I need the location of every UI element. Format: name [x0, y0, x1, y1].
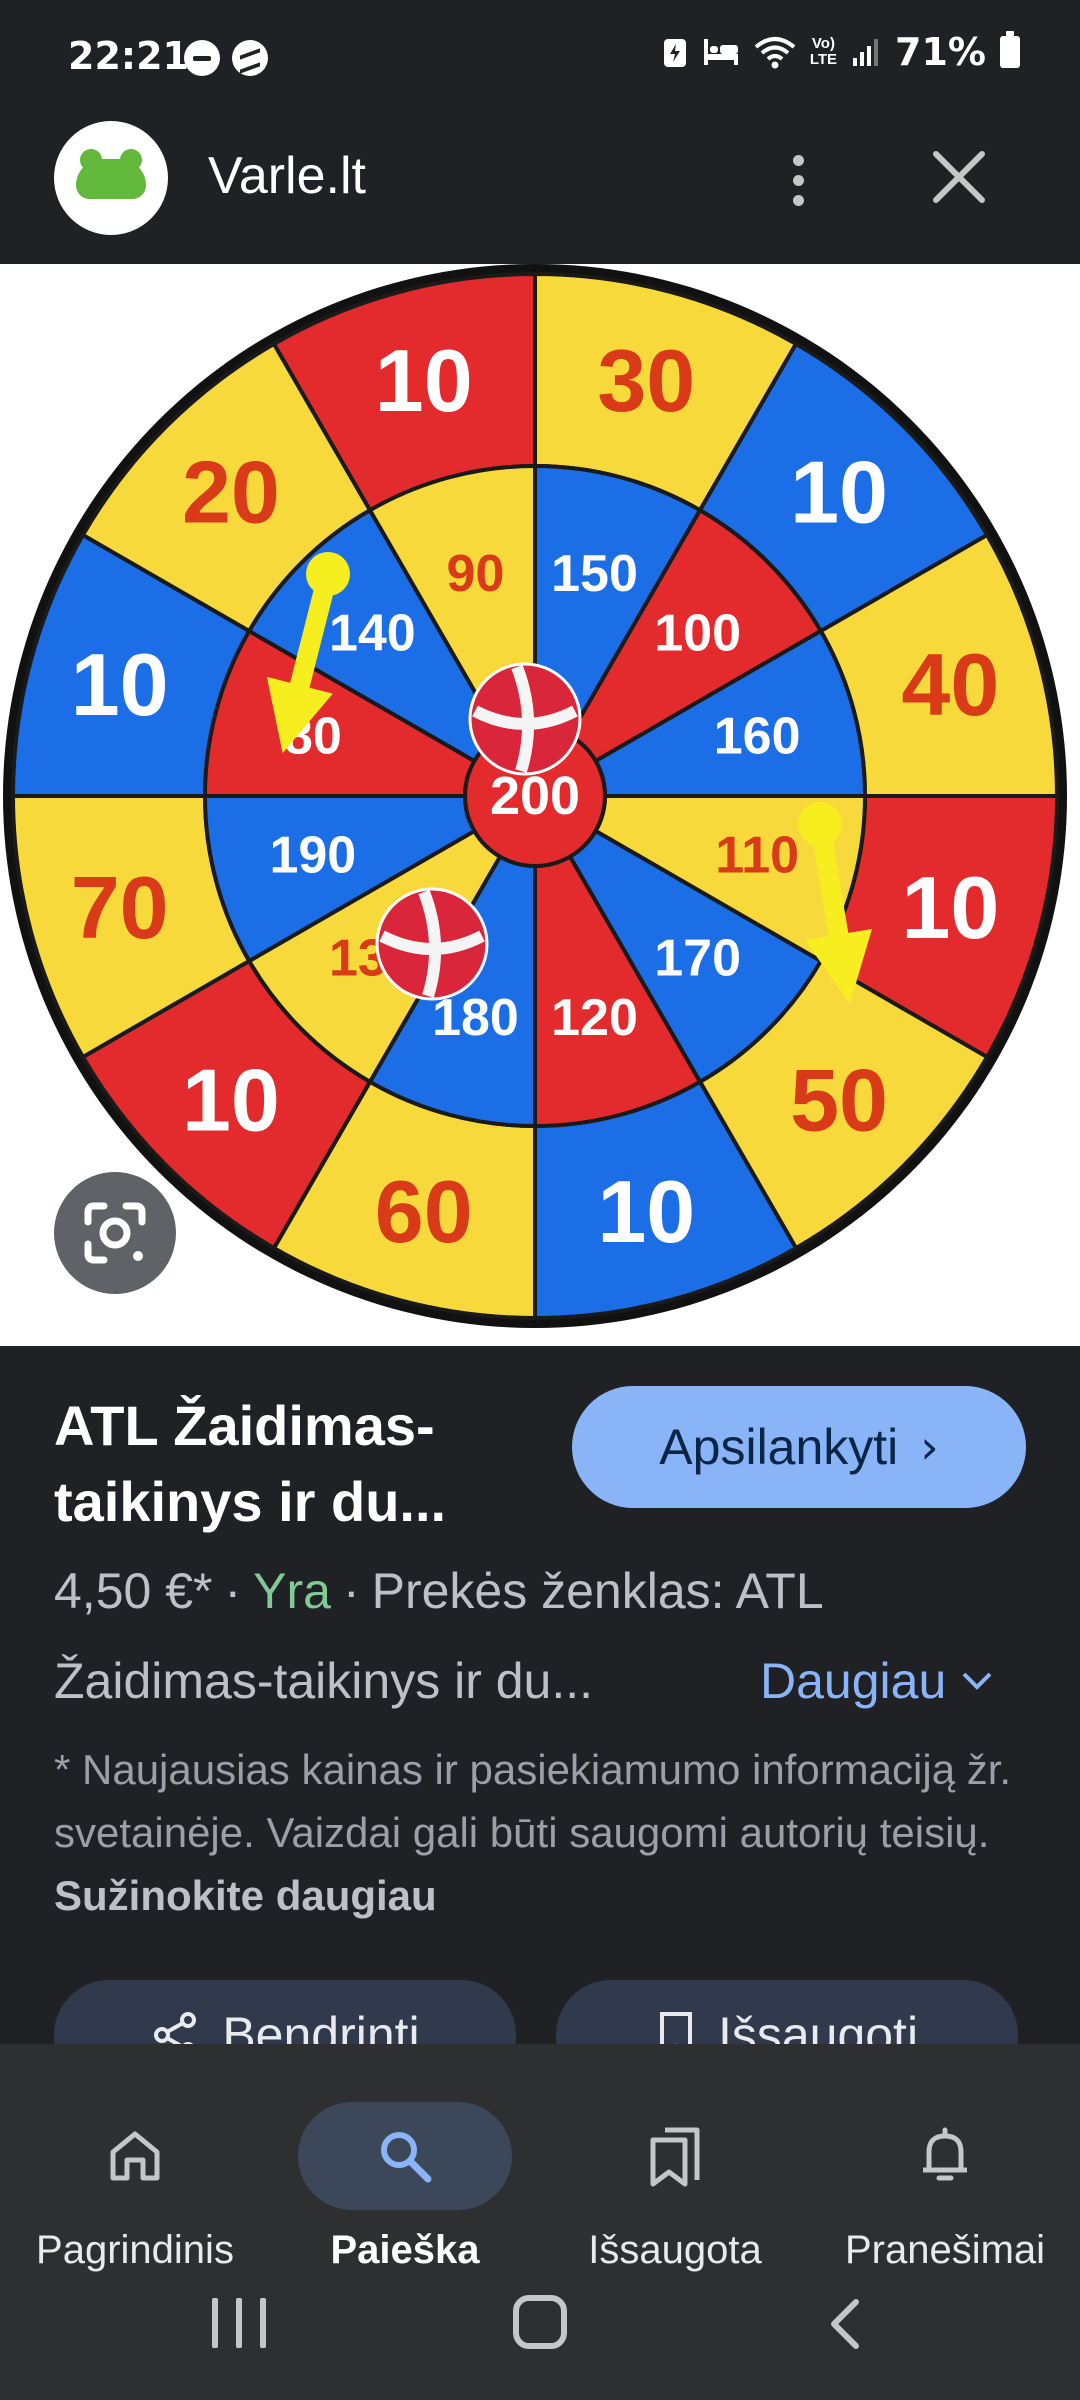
nav-home-pill	[28, 2102, 242, 2210]
inner-score-label: 150	[551, 545, 638, 603]
battery-percent: 71%	[895, 30, 986, 74]
wifi-icon	[754, 37, 796, 69]
chevron-right-icon: ›	[920, 1420, 939, 1474]
inner-score-label: 120	[551, 989, 638, 1047]
outer-score-label: 70	[71, 858, 169, 957]
outer-score-label: 50	[790, 1051, 888, 1150]
search-icon	[381, 2132, 432, 2183]
outer-score-label: 10	[182, 1051, 280, 1150]
back-icon[interactable]	[820, 2296, 870, 2352]
signal-icon	[853, 39, 879, 66]
do-not-disturb-icon	[184, 40, 220, 76]
inner-score-label: 170	[654, 930, 741, 988]
inner-score-label: 110	[715, 827, 799, 885]
site-title: Varle.lt	[208, 147, 366, 205]
inner-score-label: 100	[654, 604, 741, 662]
bullseye-label: 200	[490, 766, 580, 826]
system-status-icons: Vo) LTE 71%	[662, 30, 1020, 74]
app-header: Varle.lt	[0, 100, 1080, 264]
disclaimer-text: * Naujausias kainas ir pasiekiamumo info…	[54, 1746, 1012, 1856]
inner-score-label: 90	[447, 545, 505, 603]
bell-icon	[923, 2127, 967, 2181]
outer-score-label: 60	[375, 1162, 473, 1261]
outer-score-label: 30	[597, 331, 695, 430]
more-vert-icon[interactable]	[778, 140, 818, 220]
nav-saved-pill	[568, 2102, 782, 2210]
brand: Prekės ženklas: ATL	[371, 1563, 824, 1619]
nav-saved-label: Išsaugota	[588, 2228, 762, 2272]
google-lens-button[interactable]	[54, 1172, 176, 1294]
more-label: Daugiau	[760, 1653, 947, 1709]
nav-saved[interactable]: Išsaugota	[540, 2060, 810, 2290]
outer-score-label: 10	[901, 858, 999, 957]
bookmarks-icon	[650, 2127, 700, 2187]
inner-score-label: 160	[714, 707, 801, 765]
outer-score-label: 40	[901, 635, 999, 734]
nav-search-pill	[298, 2102, 512, 2210]
nav-notifications-label: Pranešimai	[844, 2228, 1046, 2272]
outer-score-label: 10	[375, 331, 473, 430]
nav-home[interactable]: Pagrindinis	[0, 2060, 270, 2290]
home-button-icon[interactable]	[513, 2295, 567, 2349]
recent-apps-icon[interactable]	[212, 2298, 266, 2348]
chevron-down-icon	[962, 1672, 992, 1690]
google-lens-icon	[84, 1202, 146, 1264]
visit-button[interactable]: Apsilankyti ›	[572, 1386, 1026, 1508]
battery-saver-icon	[663, 39, 686, 67]
volte-icon: Vo) LTE	[809, 35, 838, 68]
inner-score-label: 190	[269, 827, 356, 885]
inner-score-label: 140	[329, 604, 416, 662]
dart-tip	[798, 802, 842, 846]
bed-icon	[703, 39, 738, 65]
outer-score-label: 10	[790, 442, 888, 541]
nav-search[interactable]: Paieška	[270, 2060, 540, 2290]
disclaimer: * Naujausias kainas ir pasiekiamumo info…	[54, 1738, 1034, 1927]
visit-label: Apsilankyti	[659, 1419, 899, 1475]
availability-status: Yra	[253, 1563, 331, 1619]
outer-score-label: 10	[597, 1162, 695, 1261]
outer-score-label: 10	[71, 635, 169, 734]
product-meta: 4,50 €* · Yra · Prekės ženklas: ATL	[54, 1563, 824, 1619]
price: 4,50 €*	[54, 1563, 213, 1619]
product-title[interactable]: ATL Žaidimas-taikinys ir du...	[54, 1388, 514, 1540]
nav-notifications[interactable]: Pranešimai	[810, 2060, 1080, 2290]
close-icon[interactable]	[926, 144, 992, 210]
outer-score-label: 20	[182, 442, 280, 541]
status-time: 22:21	[68, 34, 189, 78]
notification-icons	[184, 40, 268, 76]
home-icon	[110, 2131, 160, 2181]
nav-search-label: Paieška	[330, 2228, 480, 2272]
nav-notifications-pill	[838, 2102, 1052, 2210]
learn-more-link[interactable]: Sužinokite daugiau	[54, 1872, 437, 1919]
frog-logo	[54, 121, 168, 235]
dart-tip	[306, 552, 350, 596]
nav-home-label: Pagrindinis	[36, 2228, 234, 2272]
messenger-icon	[232, 40, 268, 76]
battery-icon	[1000, 31, 1020, 68]
system-navigation	[0, 2270, 1080, 2370]
more-button[interactable]: Daugiau	[760, 1652, 994, 1710]
bottom-navigation: Pagrindinis Paieška Išsaugota Pranešimai	[0, 2044, 1080, 2400]
product-description: Žaidimas-taikinys ir du...	[54, 1653, 594, 1709]
product-image[interactable]: 30 150 10 100 40 160 10 110 50 170 10 120 60 180 10 130…	[0, 264, 1080, 1346]
